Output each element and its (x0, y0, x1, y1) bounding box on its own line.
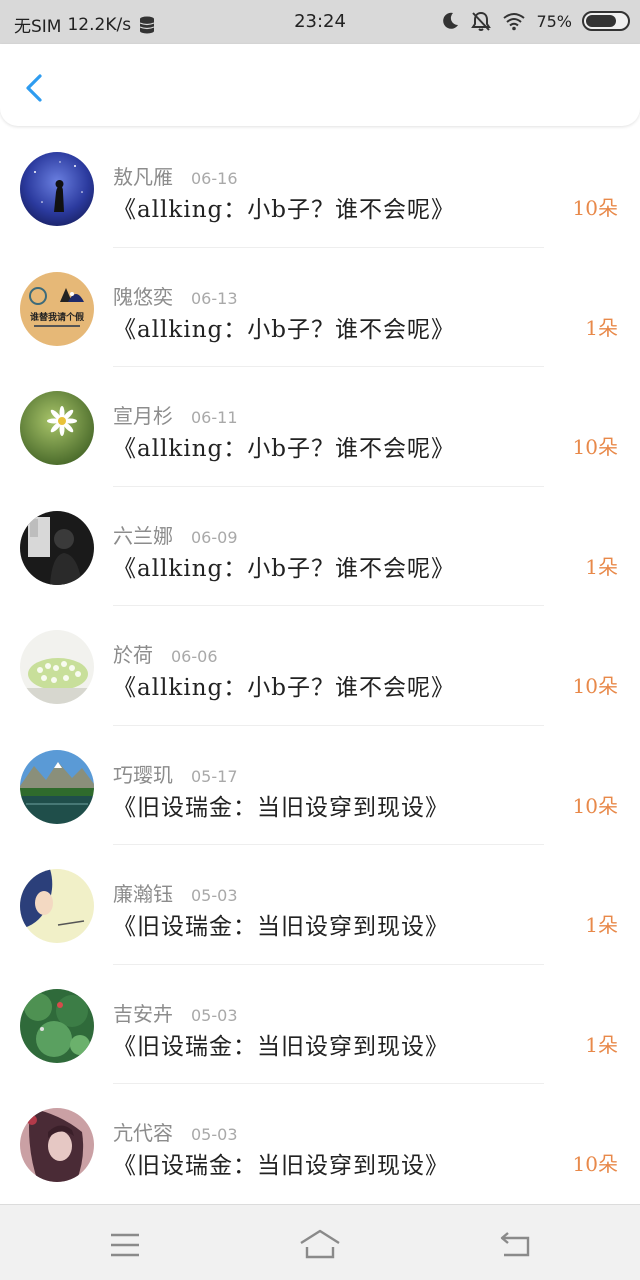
flower-amount: 10朵 (572, 793, 618, 818)
battery-level (586, 15, 616, 27)
menu-icon[interactable] (105, 1227, 145, 1263)
name-line: 宣月杉 06-11 (113, 400, 238, 429)
sender-name: 巧璎玑 (113, 762, 173, 787)
avatar[interactable] (20, 869, 94, 943)
book-title: 《allking：小b子？谁不会呢》 (113, 675, 455, 701)
status-right: 75% (440, 10, 630, 32)
book-title: 《旧设瑞金：当旧设穿到现设》 (113, 794, 449, 821)
avatar[interactable] (20, 1108, 94, 1182)
book-title: 《旧设瑞金：当旧设穿到现设》 (113, 914, 449, 940)
name-line: 巧璎玑 05-17 (113, 759, 238, 788)
avatar[interactable] (20, 152, 94, 226)
system-nav-bar (0, 1204, 640, 1280)
home-icon[interactable] (298, 1227, 342, 1263)
chevron-left-icon[interactable] (18, 70, 54, 106)
gift-date: 06-09 (191, 527, 238, 547)
list-item[interactable]: 敖凡雁 06-16 《allking：小b子？谁不会呢》 10朵 (0, 128, 640, 248)
avatar[interactable] (20, 988, 94, 1063)
list-item[interactable]: 六兰娜 06-09 《allking：小b子？谁不会呢》 1朵 (0, 487, 640, 606)
battery-percent: 75% (536, 11, 572, 31)
avatar[interactable] (20, 749, 94, 824)
list-item[interactable]: 亢代容 05-03 《旧设瑞金：当旧设穿到现设》 10朵 (0, 1084, 640, 1204)
list-item[interactable]: 吉安卉 05-03 《旧设瑞金：当旧设穿到现设》 1朵 (0, 965, 640, 1084)
gift-date: 05-03 (191, 886, 238, 905)
gift-record-list: 敖凡雁 06-16 《allking：小b子？谁不会呢》 10朵 谁替我请个假 … (0, 128, 640, 1204)
list-item[interactable]: 谁替我请个假 隗悠奕 06-13 《allking：小b子？谁不会呢》 1朵 (0, 248, 640, 367)
avatar[interactable] (20, 391, 94, 465)
gift-date: 05-03 (191, 1125, 238, 1144)
avatar[interactable] (20, 630, 94, 704)
name-line: 敖凡雁 06-16 (113, 161, 238, 190)
flower-amount: 1朵 (585, 1032, 618, 1057)
flower-amount: 10朵 (572, 435, 618, 459)
book-title: 《allking：小b子？谁不会呢》 (113, 555, 455, 582)
avatar[interactable] (20, 510, 94, 585)
book-title: 《旧设瑞金：当旧设穿到现设》 (113, 1033, 449, 1060)
sender-name: 宣月杉 (113, 404, 173, 428)
sender-name: 廉瀚钰 (113, 882, 173, 906)
moon-icon (443, 12, 459, 29)
wifi-icon (503, 13, 526, 31)
sender-name: 吉安卉 (113, 1001, 173, 1026)
flower-amount: 1朵 (585, 315, 618, 340)
book-title: 《allking：小b子？谁不会呢》 (113, 436, 455, 462)
list-item[interactable]: 於荷 06-06 《allking：小b子？谁不会呢》 10朵 (0, 606, 640, 726)
flower-amount: 10朵 (572, 674, 618, 698)
battery-icon (582, 11, 630, 31)
avatar-caption: 谁替我请个假 (30, 311, 85, 323)
name-line: 廉瀚钰 05-03 (113, 878, 238, 907)
sender-name: 隗悠奕 (113, 284, 173, 309)
flower-amount: 1朵 (585, 554, 618, 579)
gift-date: 05-17 (191, 766, 238, 786)
name-line: 隗悠奕 06-13 (113, 281, 238, 310)
bell-off-icon (471, 11, 492, 31)
back-icon[interactable] (496, 1227, 536, 1263)
book-title: 《allking：小b子？谁不会呢》 (113, 316, 455, 343)
sender-name: 六兰娜 (113, 523, 173, 548)
list-item[interactable]: 巧璎玑 05-17 《旧设瑞金：当旧设穿到现设》 10朵 (0, 726, 640, 845)
name-line: 於荷 06-06 (113, 639, 218, 668)
gift-date: 06-13 (191, 288, 238, 308)
flower-amount: 1朵 (585, 913, 618, 937)
flower-amount: 10朵 (572, 196, 618, 220)
sender-name: 敖凡雁 (113, 165, 173, 189)
book-title: 《allking：小b子？谁不会呢》 (113, 197, 455, 223)
name-line: 六兰娜 06-09 (113, 520, 238, 549)
gift-date: 05-03 (191, 1005, 238, 1025)
name-line: 吉安卉 05-03 (113, 998, 238, 1027)
book-title: 《旧设瑞金：当旧设穿到现设》 (113, 1153, 449, 1179)
list-item[interactable]: 宣月杉 06-11 《allking：小b子？谁不会呢》 10朵 (0, 367, 640, 487)
gift-date: 06-11 (191, 408, 238, 427)
avatar[interactable]: 谁替我请个假 (20, 271, 94, 346)
status-bar: 无SIM 12.2K/s 23:24 75% (0, 0, 640, 44)
name-line: 亢代容 05-03 (113, 1117, 238, 1146)
header (0, 44, 640, 126)
gift-date: 06-16 (191, 169, 238, 188)
sender-name: 於荷 (113, 643, 153, 667)
gift-date: 06-06 (171, 647, 218, 666)
sender-name: 亢代容 (113, 1121, 173, 1145)
flower-amount: 10朵 (572, 1152, 618, 1176)
list-item[interactable]: 廉瀚钰 05-03 《旧设瑞金：当旧设穿到现设》 1朵 (0, 845, 640, 965)
